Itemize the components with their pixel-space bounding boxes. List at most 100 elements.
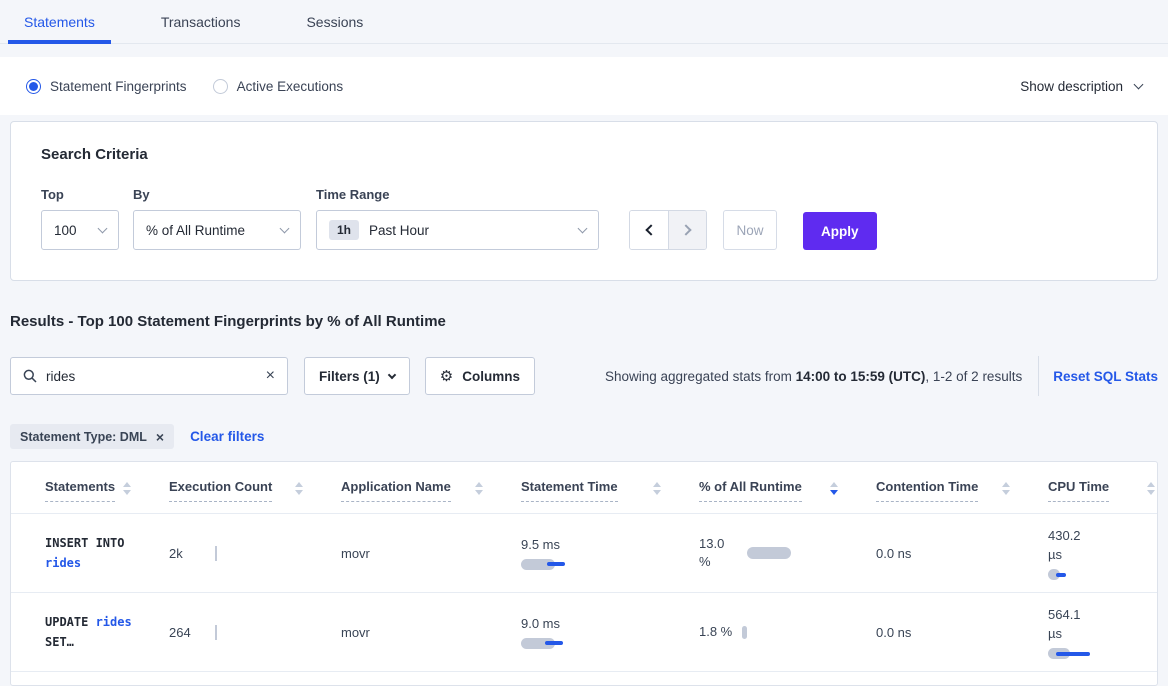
results-heading: Results - Top 100 Statement Fingerprints… [10, 313, 1158, 330]
statement-time-stddev-bar [545, 641, 563, 645]
search-clear-icon[interactable]: × [266, 368, 275, 384]
top-select-value: 100 [54, 223, 77, 238]
execution-count-value: 2k [169, 546, 215, 561]
search-input[interactable] [46, 369, 266, 384]
time-range-field: Time Range 1h Past Hour [316, 187, 599, 250]
reset-sql-stats-link[interactable]: Reset SQL Stats [1053, 369, 1158, 384]
radio-unselected-icon[interactable] [213, 79, 228, 94]
col-header-contention-time[interactable]: Contention Time [868, 462, 1040, 514]
top-field: Top 100 [41, 187, 119, 250]
execution-count-value: 264 [169, 625, 215, 640]
stats-time-range: 14:00 to 15:59 (UTC) [796, 369, 926, 384]
active-filters-row: Statement Type: DML × Clear filters [10, 424, 1158, 449]
chevron-down-icon [1134, 79, 1144, 89]
cpu-time-value: 564.1 [1048, 605, 1151, 624]
table-row: UPDATE rides SET… 264 movr 9.0 ms [11, 593, 1158, 672]
statements-table: Statements Execution Count Application N… [11, 462, 1158, 672]
percent-runtime-value: 13.0 % [699, 535, 737, 571]
show-description-label: Show description [1020, 79, 1123, 94]
statement-cell: INSERT INTO rides [11, 514, 161, 593]
chevron-left-icon [645, 224, 656, 235]
filter-pill-statement-type[interactable]: Statement Type: DML × [10, 424, 174, 449]
cpu-time-unit: µs [1048, 624, 1151, 643]
search-icon [23, 369, 37, 383]
statement-time-stddev-bar [547, 562, 565, 566]
time-range-label: Time Range [316, 187, 599, 202]
clear-filters-link[interactable]: Clear filters [190, 429, 264, 444]
showing-stats-text: Showing aggregated stats from 14:00 to 1… [605, 369, 1022, 384]
statement-time-cell: 9.5 ms [513, 514, 691, 593]
search-box[interactable]: × [10, 357, 288, 395]
statement-time-value: 9.0 ms [521, 616, 683, 631]
filter-pill-close-icon[interactable]: × [156, 430, 164, 444]
chevron-right-icon [680, 224, 691, 235]
percent-runtime-bar [742, 626, 747, 639]
cpu-time-cell: 564.1 µs [1040, 593, 1158, 672]
contention-time-cell: 0.0 ns [868, 593, 1040, 672]
results-table-card: Statements Execution Count Application N… [10, 461, 1158, 686]
search-criteria-title: Search Criteria [41, 146, 1137, 163]
sort-icon[interactable] [1147, 479, 1155, 495]
time-next-button[interactable] [668, 211, 706, 249]
col-header-percent-runtime[interactable]: % of All Runtime [691, 462, 868, 514]
col-header-execution-count[interactable]: Execution Count [161, 462, 333, 514]
time-range-select[interactable]: 1h Past Hour [316, 210, 599, 250]
cpu-time-cell: 430.2 µs [1040, 514, 1158, 593]
by-select[interactable]: % of All Runtime [133, 210, 301, 250]
time-prev-button[interactable] [630, 211, 668, 249]
sort-icon[interactable] [1002, 479, 1010, 495]
cpu-time-unit: µs [1048, 545, 1151, 564]
col-header-statement-time[interactable]: Statement Time [513, 462, 691, 514]
tab-statements[interactable]: Statements [8, 14, 111, 44]
top-label: Top [41, 187, 119, 202]
sort-icon[interactable] [475, 479, 483, 495]
by-select-value: % of All Runtime [146, 223, 245, 238]
gear-icon: ⚙ [440, 367, 453, 385]
radio-statement-fingerprints[interactable]: Statement Fingerprints [26, 79, 187, 94]
top-tab-bar: Statements Transactions Sessions [0, 0, 1168, 44]
col-header-statements[interactable]: Statements [11, 462, 161, 514]
percent-runtime-value: 1.8 % [699, 623, 732, 641]
tab-sessions[interactable]: Sessions [290, 14, 379, 43]
table-header-row: Statements Execution Count Application N… [11, 462, 1158, 514]
radio-label: Active Executions [237, 79, 344, 94]
cpu-time-value: 430.2 [1048, 526, 1151, 545]
statement-fingerprint-link[interactable]: rides [96, 615, 132, 629]
sort-icon[interactable] [295, 479, 303, 495]
col-header-cpu-time[interactable]: CPU Time [1040, 462, 1158, 514]
execution-count-bar [215, 546, 217, 561]
statement-fingerprint-link[interactable]: rides [45, 556, 81, 570]
contention-time-cell: 0.0 ns [868, 514, 1040, 593]
apply-button[interactable]: Apply [803, 212, 877, 250]
top-select[interactable]: 100 [41, 210, 119, 250]
columns-button[interactable]: ⚙ Columns [425, 357, 535, 395]
application-name-cell: movr [333, 593, 513, 672]
show-description-toggle[interactable]: Show description [1020, 79, 1142, 94]
filters-button[interactable]: Filters (1) [304, 357, 410, 395]
tab-transactions[interactable]: Transactions [145, 14, 257, 43]
chevron-down-icon [98, 223, 108, 233]
time-range-value: Past Hour [369, 223, 429, 238]
results-controls-row: × Filters (1) ⚙ Columns Showing aggregat… [10, 356, 1158, 396]
filters-label: Filters (1) [319, 369, 380, 384]
col-header-application-name[interactable]: Application Name [333, 462, 513, 514]
sort-icon[interactable] [653, 479, 661, 495]
execution-count-cell: 264 [161, 593, 333, 672]
chevron-down-icon [578, 223, 588, 233]
radio-selected-icon[interactable] [26, 79, 41, 94]
cpu-time-stddev-bar [1056, 573, 1066, 577]
statement-cell: UPDATE rides SET… [11, 593, 161, 672]
by-field: By % of All Runtime [133, 187, 301, 250]
now-button[interactable]: Now [723, 210, 777, 250]
radio-active-executions[interactable]: Active Executions [213, 79, 344, 94]
application-name-cell: movr [333, 514, 513, 593]
chevron-down-icon [388, 371, 396, 379]
view-toggle-bar: Statement Fingerprints Active Executions… [0, 57, 1168, 115]
sort-icon-active-desc[interactable] [830, 479, 838, 495]
vertical-divider [1038, 356, 1039, 396]
percent-runtime-cell: 13.0 % [691, 514, 868, 593]
table-row: INSERT INTO rides 2k movr 9.5 ms [11, 514, 1158, 593]
columns-label: Columns [462, 369, 520, 384]
sort-icon[interactable] [123, 479, 131, 495]
statement-time-cell: 9.0 ms [513, 593, 691, 672]
